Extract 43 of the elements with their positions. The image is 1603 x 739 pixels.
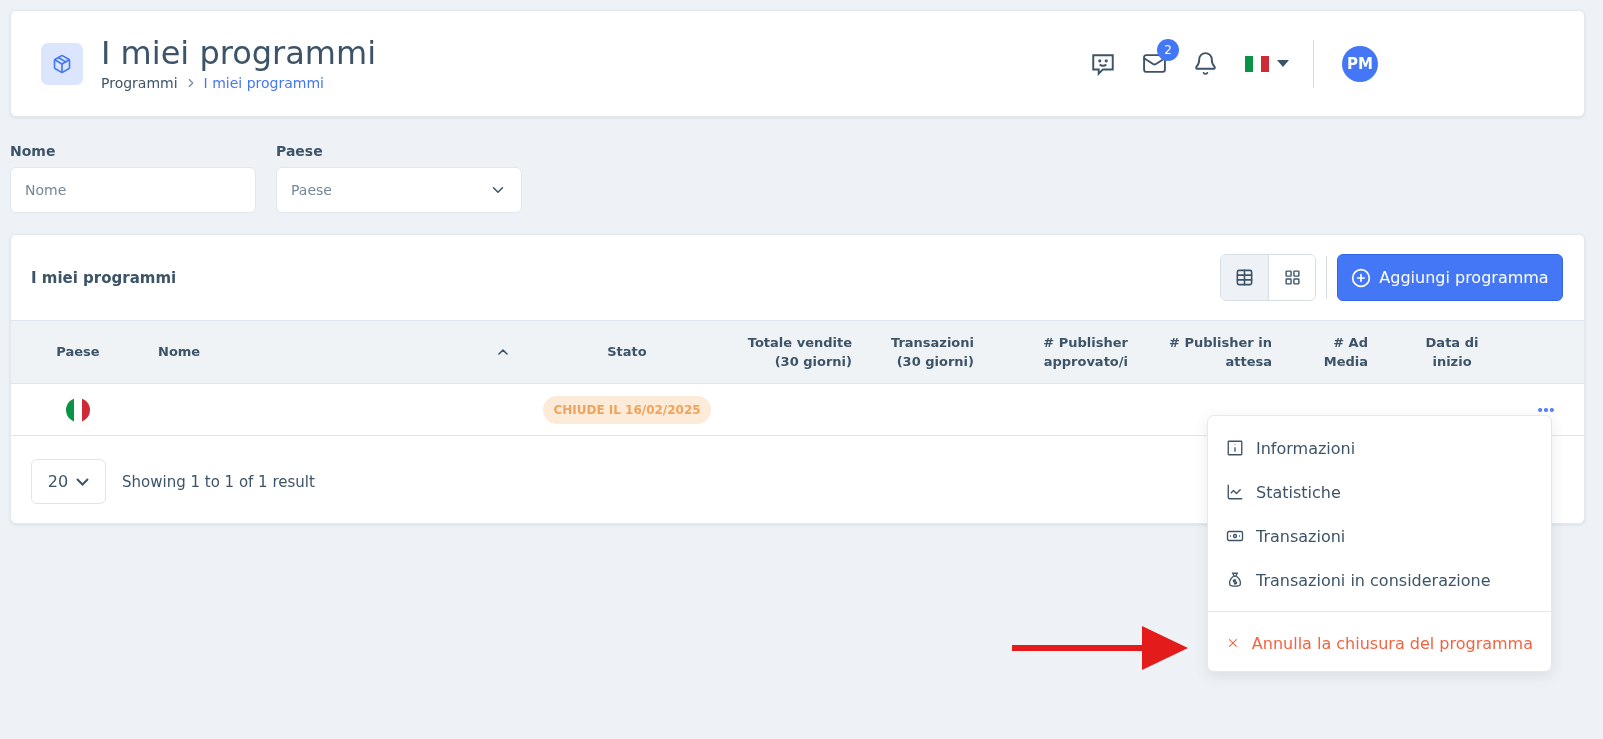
country-select[interactable]: Paese [276,167,522,213]
caret-down-icon [1277,60,1289,67]
column-header[interactable]: Totale vendite (30 giorni) [737,332,862,372]
box-icon [41,42,83,85]
grid-icon [1283,269,1301,286]
grid-view-button[interactable] [1268,255,1315,300]
breadcrumb-link[interactable]: Programmi [101,75,178,92]
plus-circle-icon [1351,267,1372,288]
italy-flag-icon [66,397,90,422]
filter-label: Nome [10,143,57,161]
column-header[interactable]: Paese [11,342,145,362]
add-program-button[interactable]: Aggiungi programma [1337,254,1563,301]
pagination-summary: Showing 1 to 1 of 1 result [122,472,315,491]
column-header[interactable]: # Ad Media [1282,332,1378,372]
menu-item[interactable]: Transazioni [1208,514,1551,558]
page-size-select[interactable]: 20 [31,459,106,504]
status-badge: CHIUDE IL 16/02/2025 [543,395,711,424]
italy-flag-icon [1245,55,1269,72]
table-icon [1235,268,1254,287]
column-header[interactable]: # Publisher approvato/i [984,332,1138,372]
menu-item[interactable]: Statistiche [1208,470,1551,514]
mail-button[interactable] [1142,51,1167,76]
money-bag-icon [1226,571,1244,589]
page-title: I miei programmi [101,35,377,72]
line-chart-icon [1226,483,1244,501]
table-title: I miei programmi [31,268,177,287]
column-header[interactable]: Transazioni (30 giorni) [862,332,984,372]
column-header[interactable]: Data di inizio [1378,332,1526,372]
breadcrumb-link[interactable]: I miei programmi [203,75,324,92]
chevron-down-icon [76,477,90,486]
menu-item[interactable]: Transazioni in considerazione [1208,558,1551,602]
name-input-field[interactable]: Nome [10,167,256,213]
notifications-button[interactable] [1193,51,1218,76]
table-view-button[interactable] [1221,255,1268,300]
user-avatar[interactable]: PM [1342,45,1378,82]
info-icon [1226,439,1244,457]
column-header[interactable]: # Publisher in attesa [1138,332,1282,372]
language-button[interactable] [1245,55,1289,72]
column-header[interactable]: Stato [517,342,737,362]
filter-label: Paese [276,143,324,161]
menu-item[interactable]: Informazioni [1208,426,1551,470]
message-count-badge: 2 [1157,39,1179,61]
column-header[interactable]: Nome [158,342,201,362]
